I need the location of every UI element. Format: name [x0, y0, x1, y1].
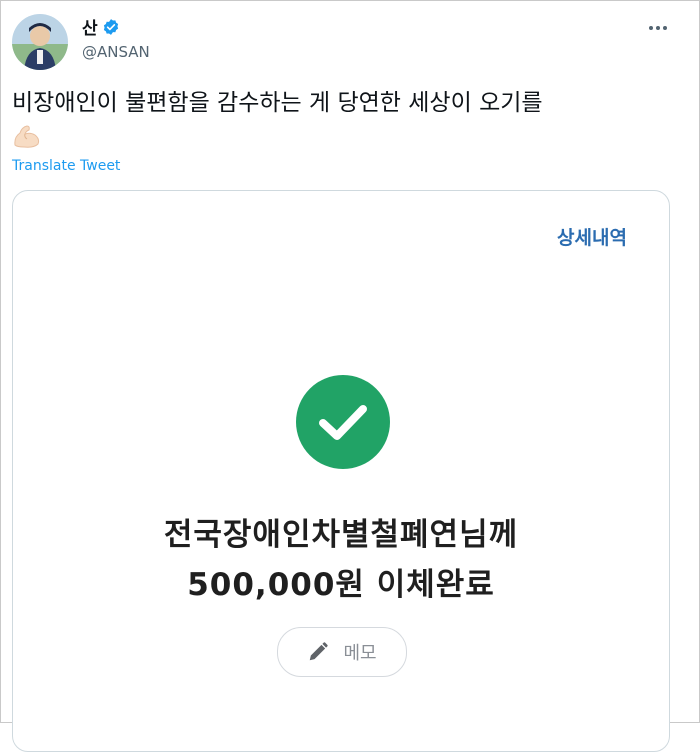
- tweet-text: 비장애인이 불편함을 감수하는 게 당연한 세상이 오기를: [12, 88, 687, 150]
- tweet-text-line: 비장애인이 불편함을 감수하는 게 당연한 세상이 오기를: [12, 90, 543, 116]
- transfer-receipt-card: 상세내역 전국장애인차별철폐연님께 500,000원 이체완료 메모: [12, 190, 670, 752]
- translate-tweet-link[interactable]: Translate Tweet: [12, 158, 120, 174]
- memo-label: 메모: [343, 643, 377, 664]
- flexed-biceps-icon: [14, 124, 40, 148]
- tweet-emoji-line: [12, 120, 687, 150]
- detail-link[interactable]: 상세내역: [557, 223, 627, 250]
- author-name-row[interactable]: 산: [82, 14, 120, 39]
- memo-button[interactable]: 메모: [277, 627, 407, 677]
- avatar[interactable]: [12, 14, 68, 70]
- verified-badge-icon: [103, 18, 118, 35]
- recipient-text: 전국장애인차별철폐연님께: [163, 517, 519, 553]
- ellipsis-icon[interactable]: [646, 16, 670, 40]
- check-circle-icon: [296, 375, 390, 469]
- avatar-image: [12, 14, 68, 70]
- pencil-icon: [310, 642, 329, 661]
- author-name: 산: [82, 19, 98, 39]
- amount-text: 500,000원 이체완료: [187, 567, 495, 603]
- author-handle[interactable]: @ANSAN: [82, 43, 150, 61]
